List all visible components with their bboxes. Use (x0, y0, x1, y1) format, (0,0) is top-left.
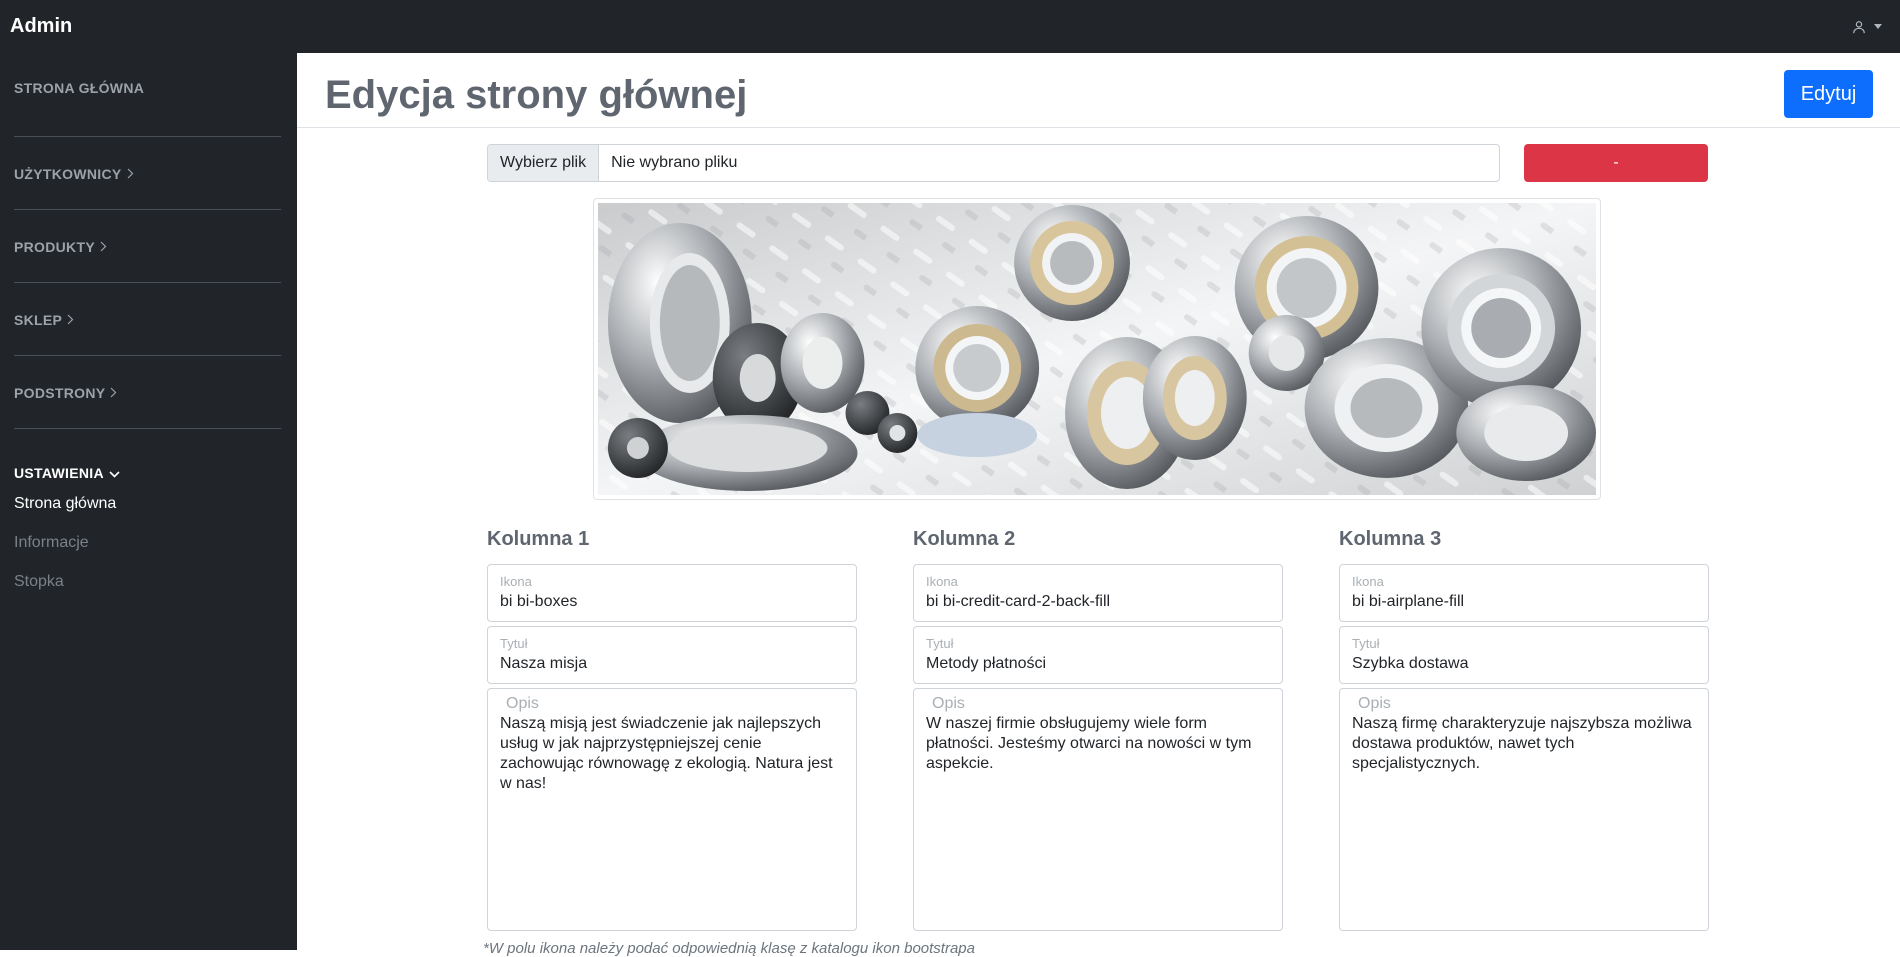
column-heading: Kolumna 2 (913, 528, 1016, 550)
icon-field-value: bi bi-boxes (500, 593, 578, 610)
column-3: Kolumna 3 Ikona bi bi-airplane-fill Tytu… (1339, 528, 1709, 931)
page-title: Edycja strony głównej (325, 73, 748, 117)
sidebar: STRONA GŁÓWNA UŻYTKOWNICY PRODUKTY SKLEP… (0, 53, 297, 950)
icon-field[interactable]: Ikona bi bi-airplane-fill (1339, 564, 1709, 622)
title-field-label: Tytuł (1352, 636, 1380, 651)
column-heading: Kolumna 1 (487, 528, 590, 550)
description-textarea[interactable]: Opis W naszej firmie obsługujemy wiele f… (913, 688, 1283, 931)
description-value: Naszą misją jest świadczenie jak najleps… (500, 715, 833, 792)
sidebar-section-settings: USTAWIENIA Strona główna Informacje Stop… (14, 429, 281, 591)
column-heading: Kolumna 3 (1339, 528, 1442, 550)
title-field-value: Metody płatności (926, 655, 1047, 672)
description-value: W naszej firmie obsługujemy wiele form p… (926, 715, 1252, 772)
chevron-right-icon (127, 166, 134, 182)
caret-down-icon (1874, 24, 1882, 29)
sidebar-section-home: STRONA GŁÓWNA (14, 53, 281, 137)
brand-logo[interactable]: Admin (10, 15, 72, 38)
sidebar-item-uzytkownicy[interactable]: UŻYTKOWNICY (14, 166, 281, 182)
description-label: Opis (932, 695, 965, 712)
title-field-value: Szybka dostawa (1352, 655, 1469, 672)
chevron-down-icon (109, 465, 120, 481)
sidebar-section-users: UŻYTKOWNICY (14, 137, 281, 210)
user-menu[interactable] (1852, 20, 1890, 34)
choose-file-button[interactable]: Wybierz plik (488, 145, 600, 181)
sidebar-item-sklep[interactable]: SKLEP (14, 312, 281, 328)
title-field-label: Tytuł (500, 636, 528, 651)
edit-button[interactable]: Edytuj (1784, 70, 1873, 118)
banner-image (593, 198, 1601, 500)
person-icon (1852, 20, 1866, 34)
column-1: Kolumna 1 Ikona bi bi-boxes Tytuł Nasza … (487, 528, 857, 931)
main-content: Edycja strony głównej Edytuj Wybierz pli… (297, 53, 1900, 957)
remove-image-button[interactable]: - (1524, 144, 1708, 182)
file-input[interactable]: Wybierz plik Nie wybrano pliku (487, 144, 1500, 182)
description-label: Opis (1358, 695, 1391, 712)
title-field-label: Tytuł (926, 636, 954, 651)
sidebar-section-subpages: PODSTRONY (14, 356, 281, 429)
icon-field-value: bi bi-airplane-fill (1352, 593, 1465, 610)
title-field[interactable]: Tytuł Metody płatności (913, 626, 1283, 684)
sidebar-subitem-strona-glowna[interactable]: Strona główna (14, 495, 281, 513)
top-navbar: Admin (0, 0, 1900, 53)
title-field[interactable]: Tytuł Szybka dostawa (1339, 626, 1709, 684)
file-status-text: Nie wybrano pliku (611, 154, 738, 171)
sidebar-item-produkty[interactable]: PRODUKTY (14, 239, 281, 255)
column-2: Kolumna 2 Ikona bi bi-credit-card-2-back… (913, 528, 1283, 931)
page-header: Edycja strony głównej Edytuj (297, 53, 1900, 128)
sidebar-subitem-informacje[interactable]: Informacje (14, 534, 281, 552)
chevron-right-icon (110, 385, 117, 401)
sidebar-item-ustawienia[interactable]: USTAWIENIA (14, 465, 281, 481)
description-textarea[interactable]: Opis Naszą misją jest świadczenie jak na… (487, 688, 857, 931)
description-label: Opis (506, 695, 539, 712)
icon-field-label: Ikona (926, 574, 958, 589)
sidebar-section-shop: SKLEP (14, 283, 281, 356)
sidebar-item-podstrony[interactable]: PODSTRONY (14, 385, 281, 401)
sidebar-item-strona-glowna[interactable]: STRONA GŁÓWNA (14, 80, 281, 96)
icon-field-label: Ikona (500, 574, 532, 589)
sidebar-section-products: PRODUKTY (14, 210, 281, 283)
bearings-banner-image (598, 203, 1596, 495)
icon-field-label: Ikona (1352, 574, 1384, 589)
chevron-right-icon (67, 312, 74, 328)
icon-field-value: bi bi-credit-card-2-back-fill (926, 593, 1111, 610)
description-textarea[interactable]: Opis Naszą firmę charakteryzuje najszybs… (1339, 688, 1709, 931)
sidebar-subitem-stopka[interactable]: Stopka (14, 573, 281, 591)
icon-field[interactable]: Ikona bi bi-boxes (487, 564, 857, 622)
icon-help-footnote: *W polu ikona należy podać odpowiednią k… (483, 940, 975, 957)
title-field-value: Nasza misja (500, 655, 588, 672)
icon-field[interactable]: Ikona bi bi-credit-card-2-back-fill (913, 564, 1283, 622)
chevron-right-icon (100, 239, 107, 255)
description-value: Naszą firmę charakteryzuje najszybsza mo… (1352, 715, 1692, 772)
title-field[interactable]: Tytuł Nasza misja (487, 626, 857, 684)
